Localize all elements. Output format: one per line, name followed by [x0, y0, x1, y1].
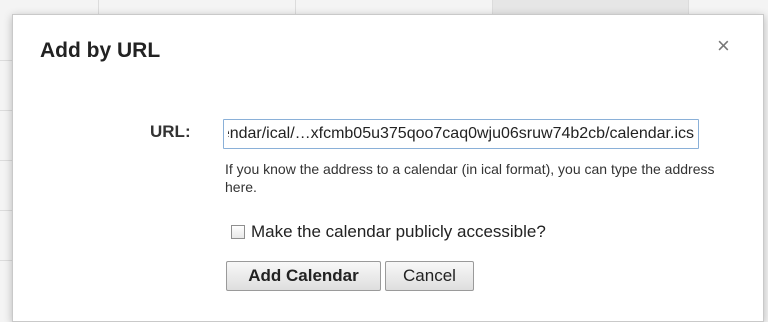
background-grid-line: [295, 0, 296, 14]
checkbox-icon[interactable]: [231, 225, 245, 239]
url-help-text: If you know the address to a calendar (i…: [225, 161, 715, 195]
cancel-button[interactable]: Cancel: [385, 261, 474, 291]
add-by-url-dialog: Add by URL × URL: If you know the addres…: [12, 14, 764, 322]
background-grid-line: [688, 0, 689, 14]
background-grid-line: [0, 210, 12, 211]
public-access-label[interactable]: Make the calendar publicly accessible?: [251, 222, 546, 242]
url-input[interactable]: [223, 119, 699, 149]
background-grid-line: [0, 260, 12, 261]
public-access-option[interactable]: Make the calendar publicly accessible?: [231, 221, 546, 243]
background-grid-line: [0, 60, 12, 61]
background-grid-line: [0, 110, 12, 111]
background-grid-line: [98, 0, 99, 14]
close-icon[interactable]: ×: [717, 35, 730, 57]
dialog-title: Add by URL: [40, 39, 161, 62]
background-cell-highlight: [492, 0, 688, 14]
background-grid-line: [0, 160, 12, 161]
add-calendar-button[interactable]: Add Calendar: [226, 261, 381, 291]
background-grid-line: [492, 0, 493, 14]
url-label: URL:: [150, 122, 191, 141]
